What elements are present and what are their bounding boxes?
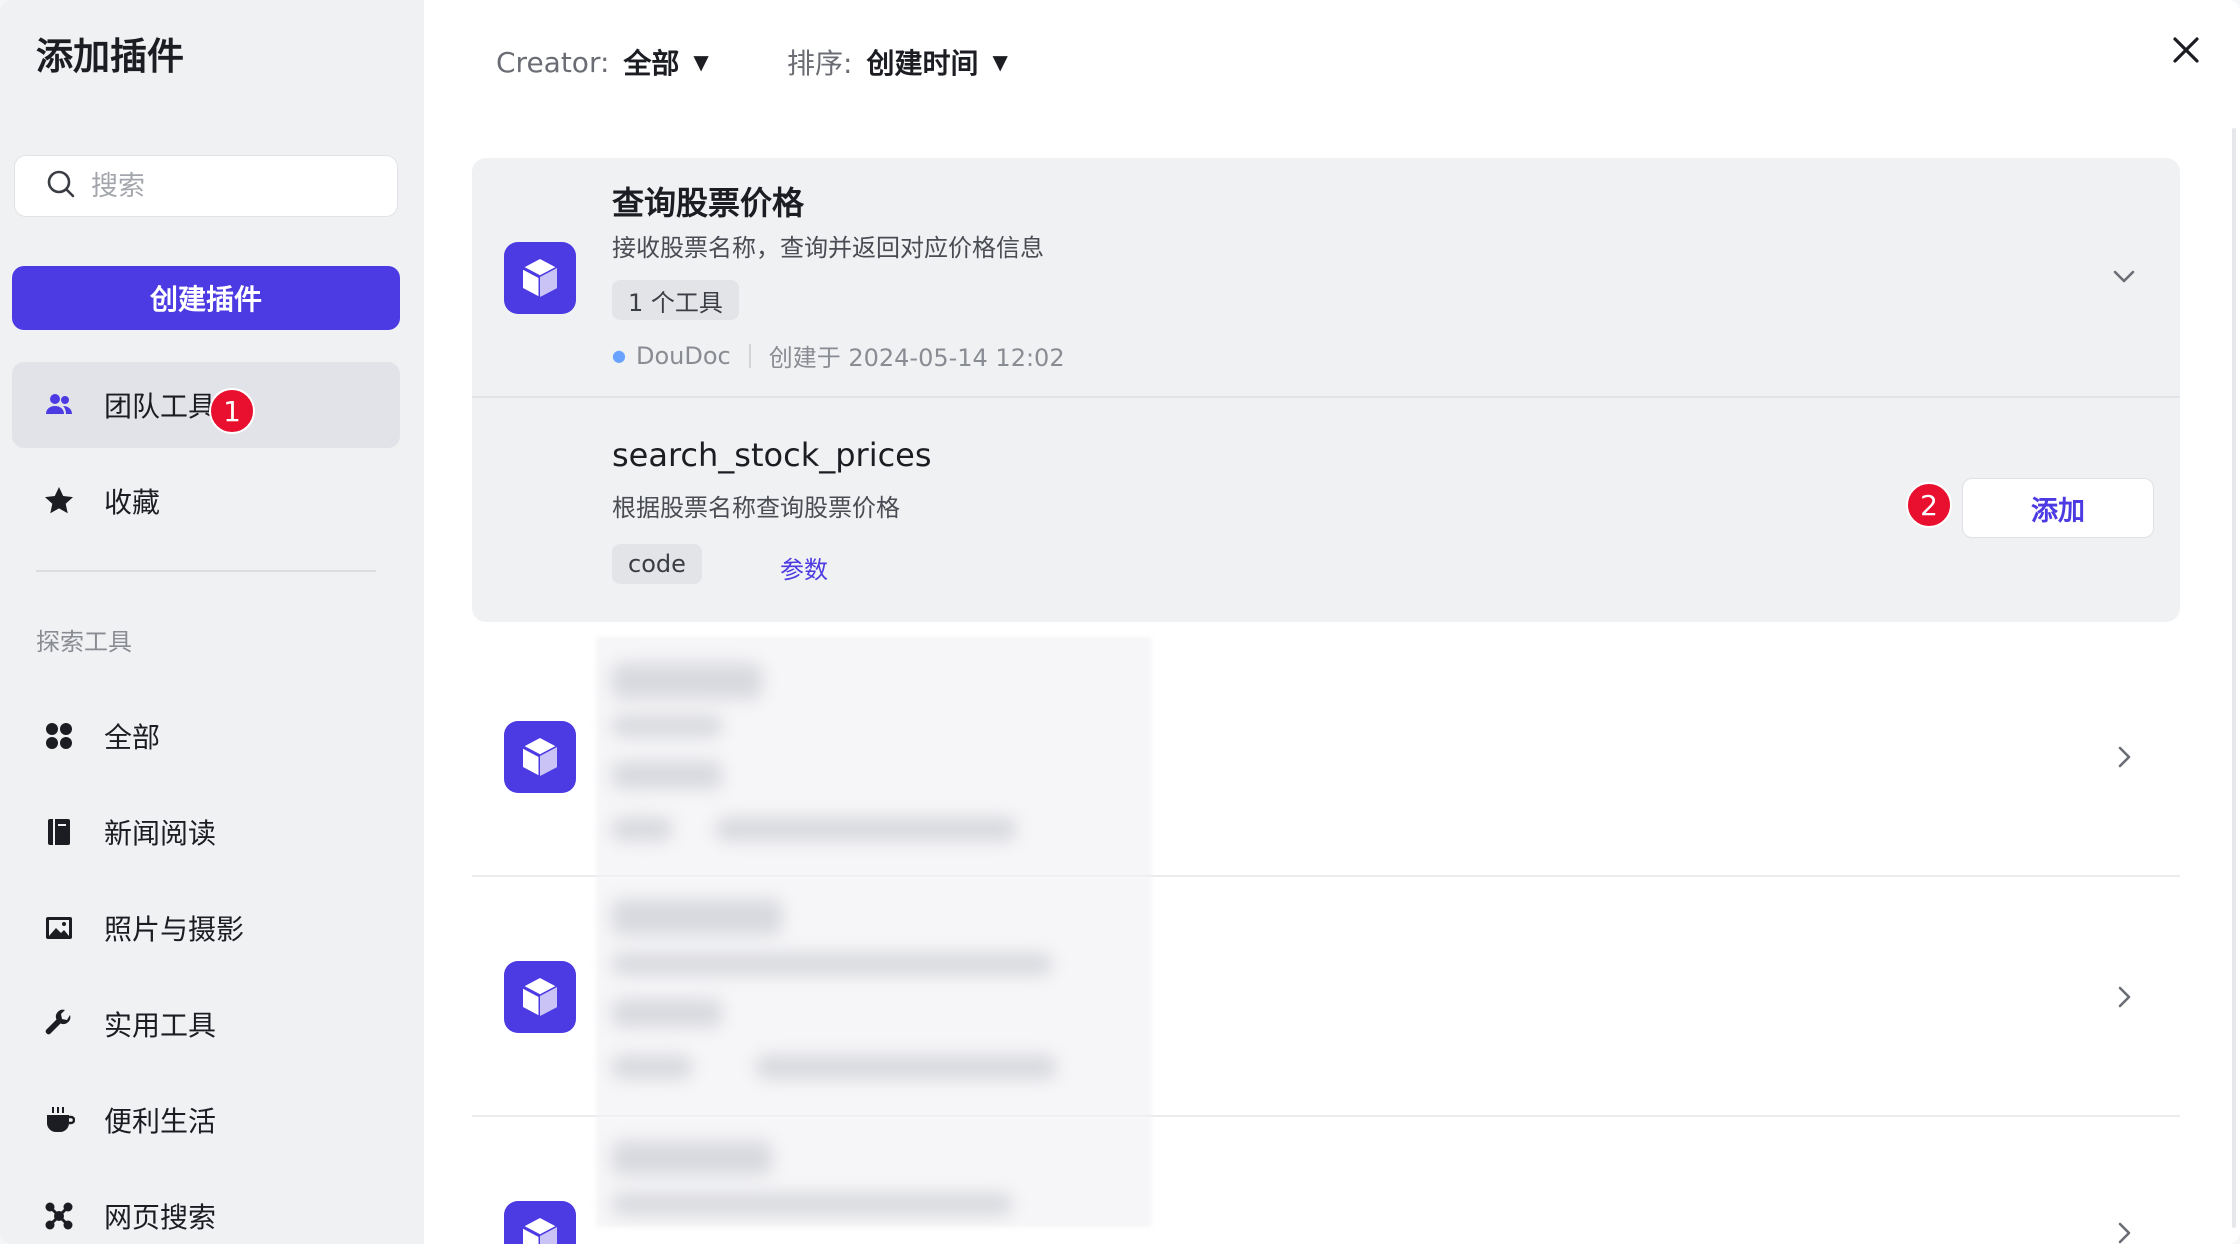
scrollbar[interactable] xyxy=(2232,128,2236,1228)
sidebar-divider xyxy=(36,570,376,572)
blurred-content xyxy=(596,1117,1152,1227)
chevron-right-icon[interactable] xyxy=(2108,741,2140,773)
tool-type-tag: code xyxy=(612,544,702,584)
plugin-author: DouDoc xyxy=(635,341,731,370)
chevron-right-icon[interactable] xyxy=(2108,981,2140,1013)
book-icon xyxy=(42,815,76,849)
caret-down-icon: ▼ xyxy=(693,50,709,74)
blurred-content xyxy=(596,877,1152,1117)
blurred-content xyxy=(596,637,1152,877)
author-avatar-icon: ● xyxy=(612,346,626,365)
sidebar-item-lifestyle[interactable]: 便利生活 xyxy=(12,1077,400,1163)
creator-filter-label: Creator: xyxy=(496,45,610,79)
chevron-down-icon[interactable] xyxy=(2108,260,2140,292)
dialog-title: 添加插件 xyxy=(36,35,184,78)
sidebar-item-photos[interactable]: 照片与摄影 xyxy=(12,885,400,971)
plugin-row-blurred[interactable] xyxy=(472,877,2180,1117)
plugin-row-blurred[interactable] xyxy=(472,637,2180,877)
section-label-explore: 探索工具 xyxy=(36,628,132,656)
sidebar-item-label: 收藏 xyxy=(104,486,161,519)
image-icon xyxy=(42,911,76,945)
plugin-cube-icon xyxy=(504,721,576,793)
sidebar-item-utilities[interactable]: 实用工具 xyxy=(12,981,400,1067)
close-button[interactable] xyxy=(2166,30,2206,70)
close-icon xyxy=(2171,35,2201,65)
creator-filter-value: 全部 xyxy=(623,47,680,80)
grid-icon xyxy=(42,719,76,753)
sidebar-item-label: 便利生活 xyxy=(104,1105,217,1138)
creator-filter[interactable]: Creator: 全部 ▼ xyxy=(496,42,709,82)
plugin-card-expanded: 查询股票价格 接收股票名称，查询并返回对应价格信息 1 个工具 ● DouDoc… xyxy=(472,158,2180,622)
sidebar-item-label: 实用工具 xyxy=(104,1009,217,1042)
chevron-right-icon[interactable] xyxy=(2108,1217,2140,1244)
sidebar-item-label: 网页搜索 xyxy=(104,1201,217,1234)
sidebar-item-label: 团队工具 xyxy=(104,390,217,423)
step-badge-2: 2 xyxy=(1906,482,1952,528)
sidebar-item-label: 新闻阅读 xyxy=(104,817,217,850)
sort-filter-label: 排序: xyxy=(787,47,853,80)
create-plugin-button[interactable]: 创建插件 xyxy=(12,266,400,330)
tool-name: search_stock_prices xyxy=(612,436,932,474)
plugin-row-blurred[interactable] xyxy=(472,1117,2180,1244)
sidebar-item-all[interactable]: 全部 xyxy=(12,693,400,779)
search-box[interactable] xyxy=(14,155,398,217)
users-icon xyxy=(42,388,76,422)
sidebar-item-favorites[interactable]: 收藏 xyxy=(12,458,400,544)
step-badge-1: 1 xyxy=(209,388,255,434)
caret-down-icon: ▼ xyxy=(992,50,1008,74)
star-icon xyxy=(42,484,76,518)
sidebar-item-news[interactable]: 新闻阅读 xyxy=(12,789,400,875)
plugin-cube-icon xyxy=(504,961,576,1033)
sidebar-item-team-tools[interactable]: 团队工具 xyxy=(12,362,400,448)
tool-description: 根据股票名称查询股票价格 xyxy=(612,494,900,522)
plugin-cube-icon xyxy=(504,242,576,314)
card-divider xyxy=(472,396,2180,398)
network-icon xyxy=(42,1199,76,1233)
plugin-title: 查询股票价格 xyxy=(612,184,805,222)
sidebar-item-web-search[interactable]: 网页搜索 xyxy=(12,1173,400,1244)
plugin-created: 创建于 2024-05-14 12:02 xyxy=(768,344,1065,372)
plugin-description: 接收股票名称，查询并返回对应价格信息 xyxy=(612,234,1044,262)
sidebar: 添加插件 创建插件 团队工具 1 收藏 探索工具 xyxy=(0,0,424,1244)
cup-icon xyxy=(42,1103,76,1137)
add-tool-button[interactable]: 添加 xyxy=(1962,478,2154,538)
sort-filter[interactable]: 排序: 创建时间 ▼ xyxy=(787,42,1008,82)
sidebar-item-label: 全部 xyxy=(104,721,161,754)
tool-params-link[interactable]: 参数 xyxy=(780,550,828,585)
wrench-icon xyxy=(42,1007,76,1041)
sidebar-item-label: 照片与摄影 xyxy=(104,913,245,946)
meta-separator xyxy=(748,343,751,368)
tool-count-badge: 1 个工具 xyxy=(612,280,739,320)
search-icon xyxy=(45,168,77,204)
add-plugin-dialog: 添加插件 创建插件 团队工具 1 收藏 探索工具 xyxy=(0,0,2240,1244)
main-panel: Creator: 全部 ▼ 排序: 创建时间 ▼ 查询股票价格 接收股票名称，查… xyxy=(424,0,2240,1244)
sort-filter-value: 创建时间 xyxy=(866,47,979,80)
plugin-meta: ● DouDoc 创建于 2024-05-14 12:02 xyxy=(612,338,1065,373)
search-input[interactable] xyxy=(91,170,391,202)
plugin-cube-icon xyxy=(504,1201,576,1244)
